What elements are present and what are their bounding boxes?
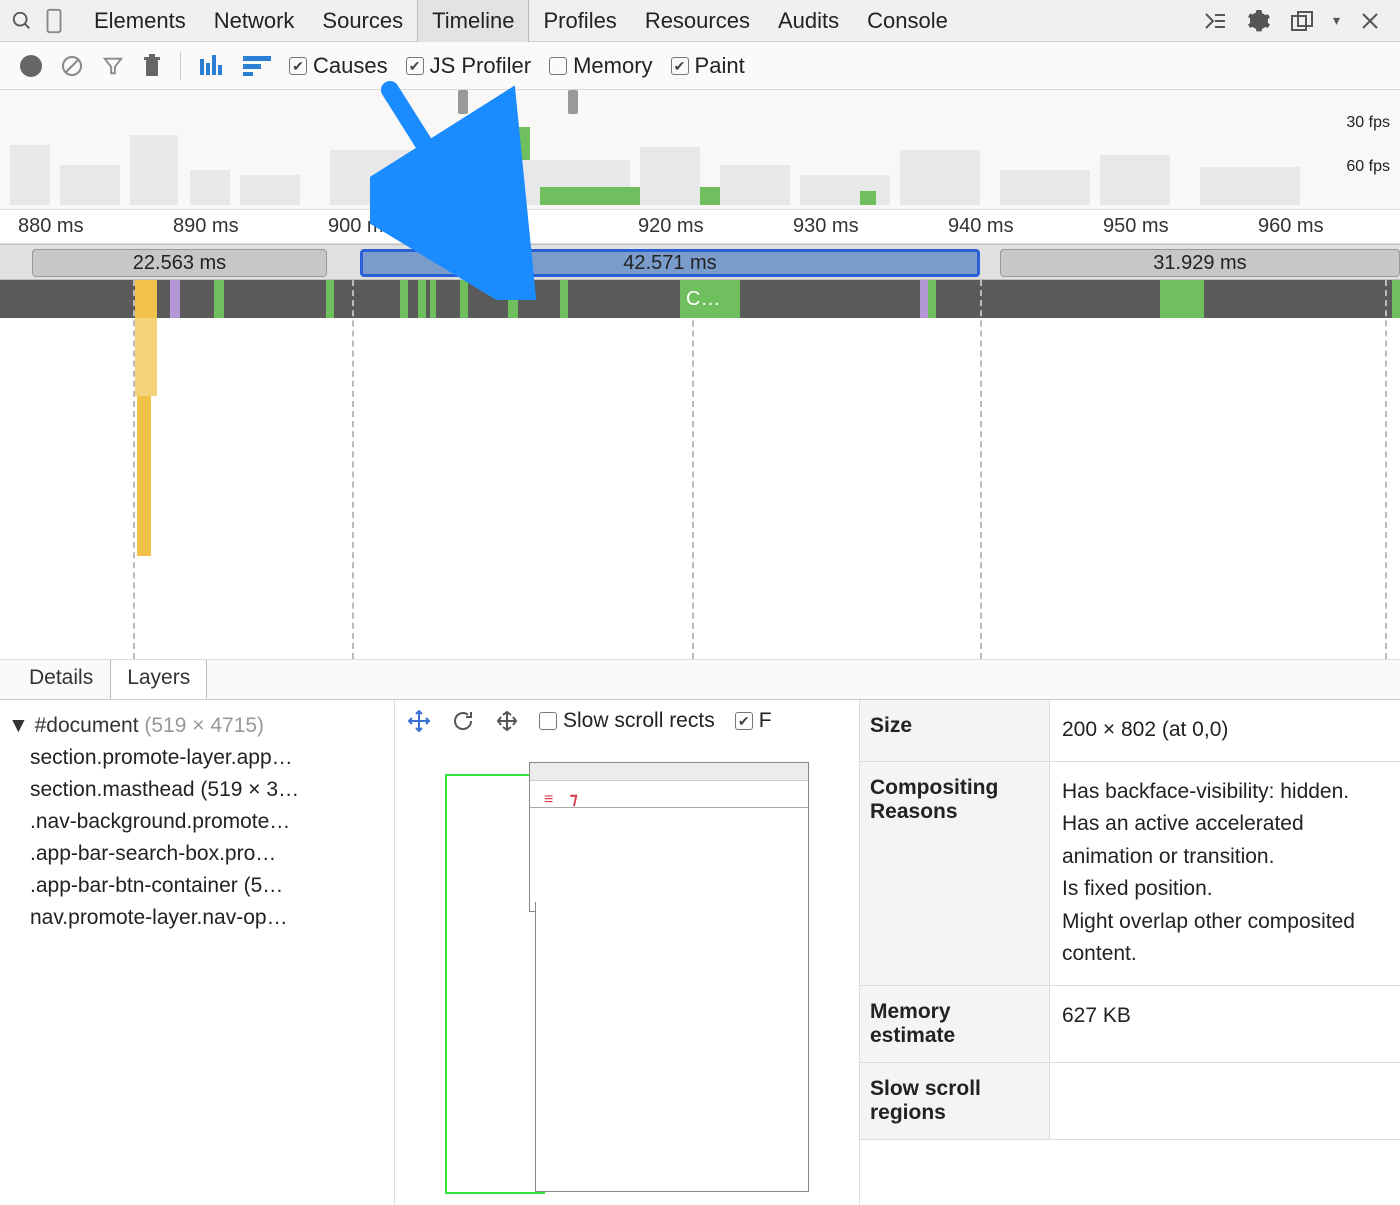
pan-icon[interactable] [407,709,431,733]
show-drawer-icon[interactable] [1201,7,1229,35]
layers-panel: ▼ #document (519 × 4715) section.promote… [0,700,1400,1205]
frame-bar[interactable]: 22.563 ms [32,249,327,277]
prop-key: Memory estimate [860,986,1050,1062]
time-ruler: 880 ms 890 ms 900 ms ms 920 ms 930 ms 94… [0,210,1400,244]
ruler-tick: 890 ms [155,215,310,238]
rotate-icon[interactable] [451,709,475,733]
tab-console[interactable]: Console [853,0,962,42]
tree-item[interactable]: .app-bar-btn-container (5… [8,870,386,902]
layer-3d-canvas[interactable]: ≡ ⁊ [445,762,843,1205]
prop-value: Has backface-visibility: hidden. Has an … [1050,762,1400,985]
dock-caret-icon[interactable]: ▾ [1333,12,1340,29]
search-icon[interactable] [6,5,38,37]
tree-root[interactable]: ▼ #document (519 × 4715) [8,710,386,742]
checkbox-label: JS Profiler [430,53,531,79]
frame-bar[interactable]: 31.929 ms [1000,249,1400,277]
prop-key: Size [860,700,1050,761]
waterfall-view-icon[interactable] [243,56,271,76]
timeline-overview[interactable]: 30 fps 60 fps [0,90,1400,210]
tab-audits[interactable]: Audits [764,0,853,42]
tab-sources[interactable]: Sources [308,0,417,42]
record-button[interactable] [20,55,42,77]
clear-icon[interactable] [60,54,84,78]
prop-value: 200 × 802 (at 0,0) [1050,700,1400,761]
devtools-main-toolbar: Elements Network Sources Timeline Profil… [0,0,1400,42]
tab-elements[interactable]: Elements [80,0,200,42]
checkbox-label: Slow scroll rects [563,709,715,733]
tab-resources[interactable]: Resources [631,0,764,42]
garbage-collect-icon[interactable] [142,54,162,78]
frame-bars-row[interactable]: 22.563 ms 42.571 ms 31.929 ms [0,244,1400,280]
frame-label: 31.929 ms [1153,252,1246,275]
frame-label: 42.571 ms [623,252,716,275]
ruler-tick: 940 ms [930,215,1085,238]
tab-profiles[interactable]: Profiles [529,0,630,42]
preview-toolbar: Slow scroll rects F [395,700,859,742]
reset-view-icon[interactable] [495,709,519,733]
tree-root-name: #document [35,714,139,737]
gear-icon[interactable] [1245,7,1273,35]
flame-chart[interactable]: C… [0,280,1400,660]
tree-item[interactable]: section.promote-layer.app… [8,742,386,774]
tree-item[interactable]: .app-bar-search-box.pro… [8,838,386,870]
filter-icon[interactable] [102,55,124,77]
frame-label: 22.563 ms [133,252,226,275]
overview-bars [0,125,1400,205]
overview-range-handle[interactable] [458,90,468,114]
tree-root-dims: (519 × 4715) [144,714,264,737]
tab-timeline[interactable]: Timeline [417,0,529,42]
checkbox-paint-profiler[interactable]: F [735,709,772,733]
ruler-tick: ms [465,215,620,238]
device-mode-icon[interactable] [38,5,70,37]
checkbox-label: Paint [695,53,745,79]
tree-item[interactable]: section.masthead (519 × 3… [8,774,386,806]
overview-range-handle[interactable] [568,90,578,114]
checkbox-memory[interactable]: Memory [549,53,652,79]
ruler-tick: 920 ms [620,215,775,238]
checkbox-slow-scroll-rects[interactable]: Slow scroll rects [539,709,715,733]
panel-tabs: Elements Network Sources Timeline Profil… [80,0,1201,42]
prop-value [1050,1063,1400,1139]
layers-tree[interactable]: ▼ #document (519 × 4715) section.promote… [0,700,395,1205]
details-subtabs: Details Layers [0,660,1400,700]
layer-properties: Size 200 × 802 (at 0,0) Compositing Reas… [860,700,1400,1205]
dock-icon[interactable] [1289,7,1317,35]
checkbox-paint[interactable]: Paint [671,53,745,79]
ruler-tick: 930 ms [775,215,930,238]
flame-block-composite[interactable]: C… [680,280,740,318]
prop-key: Slow scroll regions [860,1063,1050,1139]
checkbox-causes[interactable]: Causes [289,53,388,79]
ruler-tick: 900 ms [310,215,465,238]
ruler-tick: 880 ms [0,215,155,238]
prop-value: 627 KB [1050,986,1400,1062]
timeline-toolbar: Causes JS Profiler Memory Paint [0,42,1400,90]
frame-bar-selected[interactable]: 42.571 ms [360,249,980,277]
checkbox-js-profiler[interactable]: JS Profiler [406,53,531,79]
ruler-tick: 950 ms [1085,215,1240,238]
devtools-right-icons: ▾ [1201,7,1394,35]
flame-chart-view-icon[interactable] [199,55,225,77]
tab-network[interactable]: Network [200,0,309,42]
tree-item[interactable]: .nav-background.promote… [8,806,386,838]
layer-preview[interactable]: Slow scroll rects F ≡ ⁊ [395,700,860,1205]
ruler-tick: 960 ms [1240,215,1395,238]
checkbox-label: Memory [573,53,652,79]
tree-item[interactable]: nav.promote-layer.nav-op… [8,902,386,934]
prop-key: Compositing Reasons [860,762,1050,985]
checkbox-label: F [759,709,772,733]
flame-block-label: C… [686,288,720,311]
close-icon[interactable] [1356,7,1384,35]
subtab-details[interactable]: Details [12,658,110,699]
checkbox-label: Causes [313,53,388,79]
subtab-layers[interactable]: Layers [110,658,207,699]
